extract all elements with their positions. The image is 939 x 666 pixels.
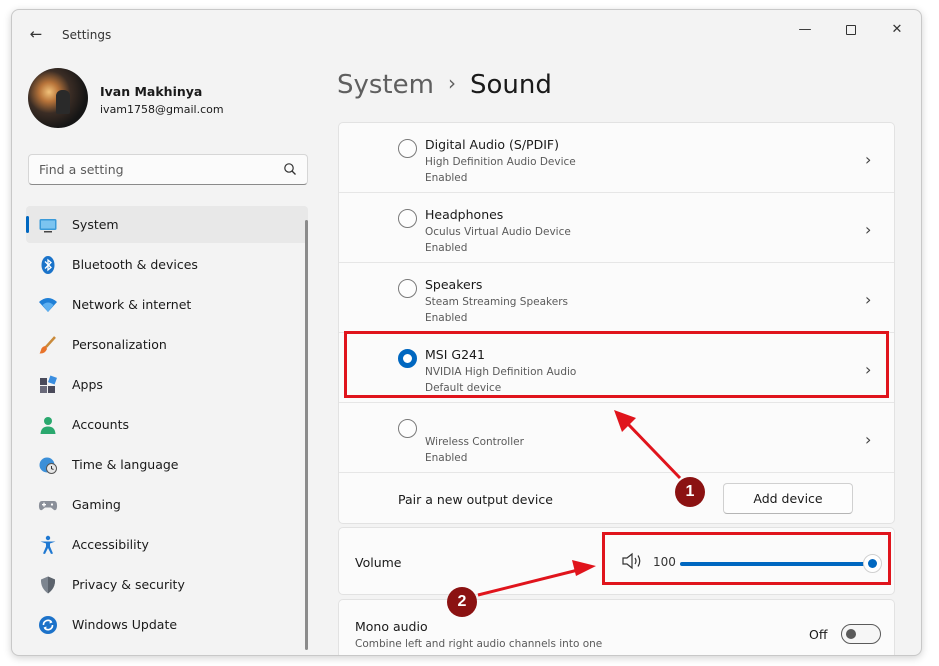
sidebar-item-time-language[interactable]: Time & language bbox=[26, 446, 308, 483]
breadcrumb: System › Sound bbox=[337, 70, 552, 100]
sidebar-item-label: Accounts bbox=[72, 417, 129, 432]
app-title: Settings bbox=[62, 28, 112, 42]
bluetooth-icon bbox=[41, 256, 55, 274]
update-icon bbox=[39, 616, 57, 634]
device-description: Wireless Controller bbox=[425, 436, 524, 448]
sidebar-item-label: Windows Update bbox=[72, 617, 178, 632]
device-radio[interactable] bbox=[398, 279, 417, 298]
device-status: Enabled bbox=[425, 242, 468, 254]
sidebar-item-label: System bbox=[72, 217, 119, 232]
sidebar-item-accounts[interactable]: Accounts bbox=[26, 406, 308, 443]
wifi-icon bbox=[39, 298, 57, 312]
user-name: Ivan Makhinya bbox=[100, 84, 203, 99]
sidebar-scrollbar[interactable] bbox=[305, 220, 308, 650]
breadcrumb-parent[interactable]: System bbox=[337, 70, 434, 100]
minimize-button[interactable]: — bbox=[790, 18, 820, 42]
highlight-box-device bbox=[344, 331, 889, 398]
sidebar-item-personalization[interactable]: Personalization bbox=[26, 326, 308, 363]
chevron-right-icon: › bbox=[865, 290, 872, 309]
brush-icon bbox=[39, 336, 56, 354]
device-radio[interactable] bbox=[398, 419, 417, 438]
system-monitor-icon bbox=[39, 219, 57, 233]
output-device-row[interactable]: Wireless Controller Enabled › bbox=[339, 403, 894, 473]
sidebar-item-network[interactable]: Network & internet bbox=[26, 286, 308, 323]
chevron-right-icon: › bbox=[865, 220, 872, 239]
output-device-row[interactable]: Speakers Steam Streaming Speakers Enable… bbox=[339, 263, 894, 333]
maximize-button[interactable] bbox=[836, 18, 866, 42]
sidebar-item-label: Accessibility bbox=[72, 537, 149, 552]
sidebar-item-label: Personalization bbox=[72, 337, 167, 352]
device-name: Speakers bbox=[425, 277, 483, 292]
pair-device-label: Pair a new output device bbox=[398, 492, 553, 507]
step-badge-1: 1 bbox=[675, 477, 705, 507]
sidebar-item-windows-update[interactable]: Windows Update bbox=[26, 606, 308, 643]
add-device-button[interactable]: Add device bbox=[723, 483, 853, 514]
mono-audio-card: Mono audio Combine left and right audio … bbox=[338, 599, 895, 655]
sidebar-item-privacy[interactable]: Privacy & security bbox=[26, 566, 308, 603]
sidebar-item-accessibility[interactable]: Accessibility bbox=[26, 526, 308, 563]
search-box[interactable] bbox=[28, 154, 308, 185]
mono-audio-description: Combine left and right audio channels in… bbox=[355, 638, 603, 650]
device-status: Enabled bbox=[425, 312, 468, 324]
device-description: Steam Streaming Speakers bbox=[425, 296, 568, 308]
sidebar-item-gaming[interactable]: Gaming bbox=[26, 486, 308, 523]
sidebar-item-system[interactable]: System bbox=[26, 206, 308, 243]
apps-icon bbox=[40, 375, 57, 393]
shield-icon bbox=[40, 576, 56, 594]
mono-toggle-state: Off bbox=[809, 627, 828, 642]
breadcrumb-separator: › bbox=[447, 71, 456, 95]
device-name: Headphones bbox=[425, 207, 504, 222]
device-radio[interactable] bbox=[398, 209, 417, 228]
close-button[interactable]: ✕ bbox=[882, 18, 912, 42]
sidebar-item-label: Gaming bbox=[72, 497, 121, 512]
page-title: Sound bbox=[469, 70, 552, 100]
device-status: Enabled bbox=[425, 452, 468, 464]
search-icon[interactable] bbox=[283, 162, 297, 176]
sidebar-item-apps[interactable]: Apps bbox=[26, 366, 308, 403]
title-bar: ← Settings — ✕ bbox=[12, 10, 921, 56]
chevron-right-icon: › bbox=[865, 430, 872, 449]
person-icon bbox=[40, 417, 56, 434]
device-description: Oculus Virtual Audio Device bbox=[425, 226, 571, 238]
mono-audio-toggle[interactable] bbox=[841, 624, 881, 644]
arrow-left-icon[interactable]: ← bbox=[26, 24, 46, 44]
sidebar-item-label: Privacy & security bbox=[72, 577, 185, 592]
sidebar-item-label: Bluetooth & devices bbox=[72, 257, 198, 272]
device-status: Enabled bbox=[425, 172, 468, 184]
accessibility-icon bbox=[40, 535, 56, 554]
pair-device-row: Pair a new output device Add device bbox=[339, 475, 894, 523]
step-badge-2: 2 bbox=[447, 587, 477, 617]
output-device-row[interactable]: Headphones Oculus Virtual Audio Device E… bbox=[339, 193, 894, 263]
sidebar-nav: System Bluetooth & devices Network & int… bbox=[26, 206, 308, 646]
search-input[interactable] bbox=[39, 162, 269, 177]
volume-label: Volume bbox=[355, 555, 402, 570]
sidebar-item-label: Time & language bbox=[72, 457, 179, 472]
device-name: Digital Audio (S/PDIF) bbox=[425, 137, 559, 152]
highlight-box-volume bbox=[602, 532, 891, 585]
output-device-row[interactable]: Digital Audio (S/PDIF) High Definition A… bbox=[339, 123, 894, 193]
device-radio[interactable] bbox=[398, 139, 417, 158]
sidebar-item-label: Network & internet bbox=[72, 297, 192, 312]
device-description: High Definition Audio Device bbox=[425, 156, 576, 168]
avatar[interactable] bbox=[28, 68, 88, 128]
chevron-right-icon: › bbox=[865, 150, 872, 169]
maximize-icon bbox=[846, 24, 856, 35]
globe-clock-icon bbox=[39, 457, 57, 474]
sidebar-item-label: Apps bbox=[72, 377, 103, 392]
mono-audio-label: Mono audio bbox=[355, 619, 428, 634]
user-email: ivam1758@gmail.com bbox=[100, 103, 224, 116]
sidebar-item-bluetooth[interactable]: Bluetooth & devices bbox=[26, 246, 308, 283]
gamepad-icon bbox=[38, 501, 58, 511]
output-device-list: Digital Audio (S/PDIF) High Definition A… bbox=[338, 122, 895, 524]
